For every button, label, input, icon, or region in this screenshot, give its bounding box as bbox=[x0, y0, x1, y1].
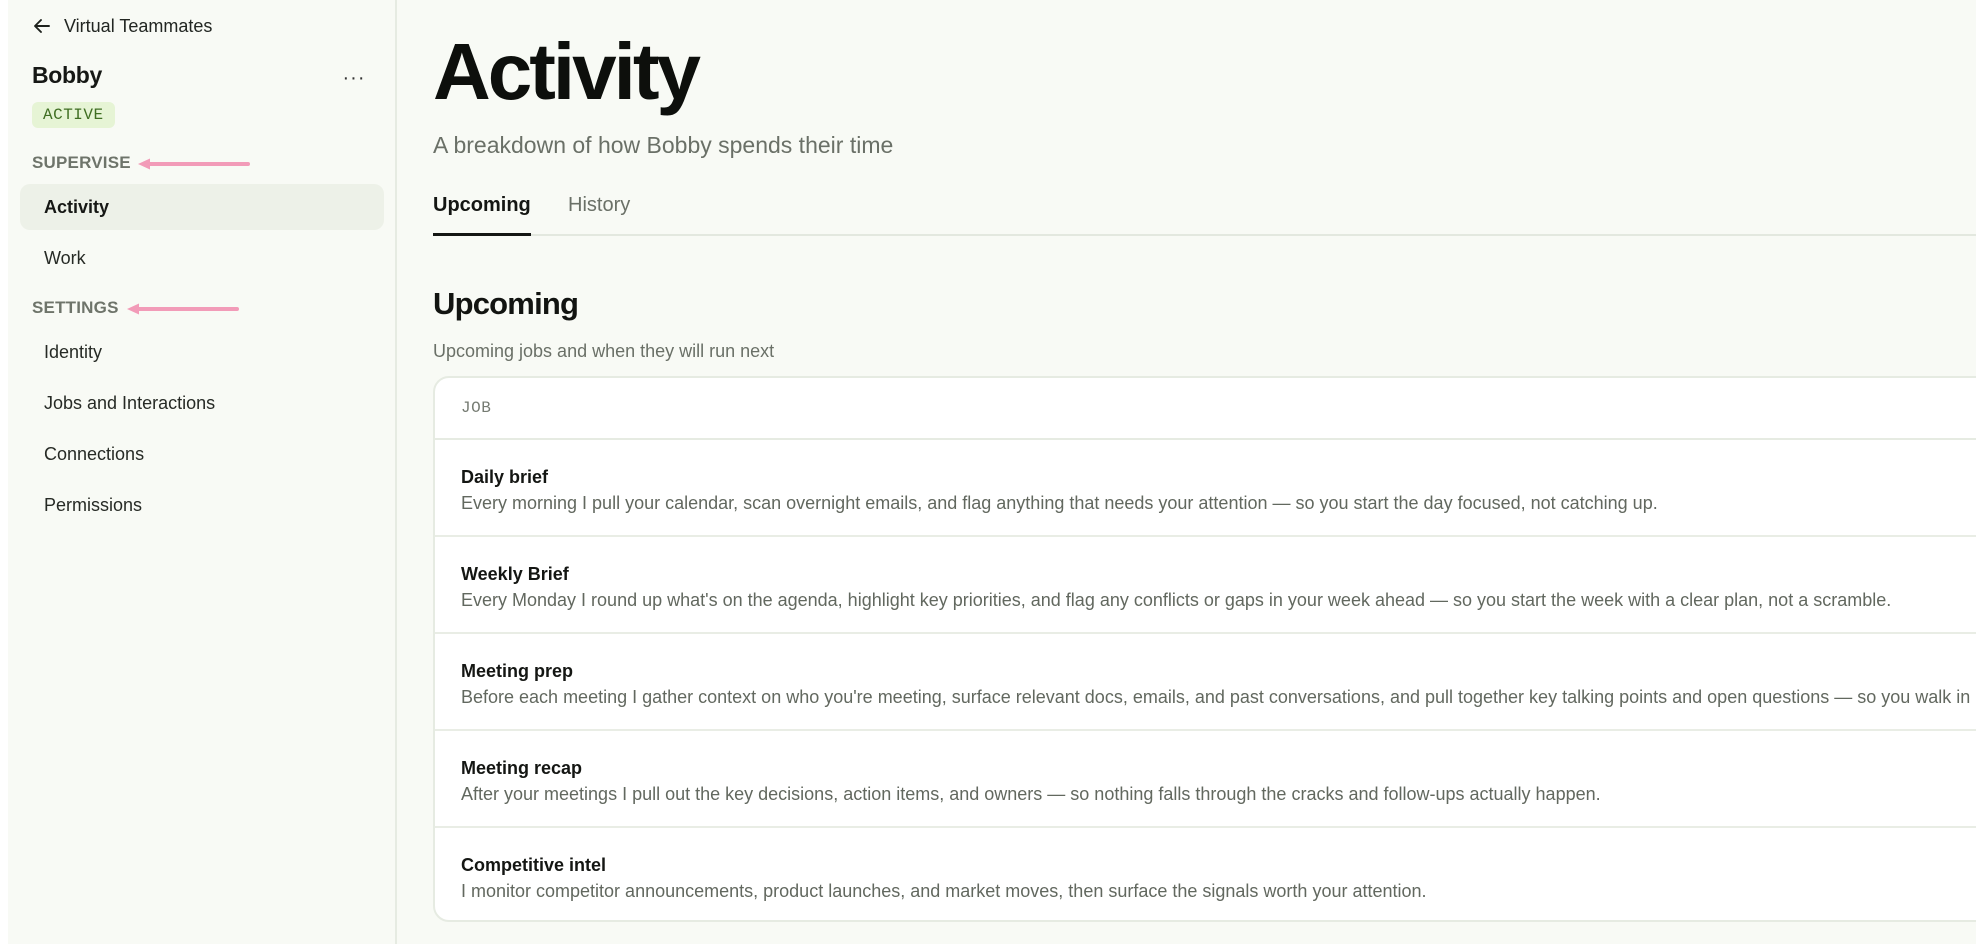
sidebar: Virtual Teammates Bobby ··· ACTIVE SUPER… bbox=[8, 0, 397, 944]
sidebar-item-label: Permissions bbox=[44, 494, 143, 515]
page-subtitle: A breakdown of how Bobby spends their ti… bbox=[433, 132, 894, 158]
table-row[interactable]: Meeting prep Before each meeting I gathe… bbox=[435, 634, 1976, 731]
job-description: Before each meeting I gather context on … bbox=[461, 687, 1976, 707]
pink-arrow-icon bbox=[138, 158, 250, 170]
pink-arrow-icon bbox=[127, 303, 239, 315]
sidebar-item-activity[interactable]: Activity bbox=[20, 184, 384, 230]
job-name: Daily brief bbox=[461, 467, 549, 487]
table-row[interactable]: Weekly Brief Every Monday I round up wha… bbox=[435, 537, 1976, 634]
column-header-job: JOB bbox=[461, 399, 492, 417]
sidebar-item-permissions[interactable]: Permissions bbox=[20, 482, 384, 528]
ellipsis-icon[interactable]: ··· bbox=[340, 66, 368, 90]
job-description: Every Monday I round up what's on the ag… bbox=[461, 590, 1892, 610]
sidebar-item-jobs-and-interactions[interactable]: Jobs and Interactions bbox=[20, 380, 384, 426]
sidebar-item-label: Activity bbox=[44, 196, 110, 217]
job-description: After your meetings I pull out the key d… bbox=[461, 784, 1601, 804]
job-name: Meeting recap bbox=[461, 758, 583, 778]
table-row[interactable]: Competitive intel I monitor competitor a… bbox=[435, 828, 1976, 920]
back-link-label: Virtual Teammates bbox=[64, 15, 213, 36]
sidebar-item-label: Work bbox=[44, 247, 86, 268]
table-header: JOB bbox=[435, 378, 1976, 440]
sidebar-item-identity[interactable]: Identity bbox=[20, 329, 384, 375]
table-row[interactable]: Meeting recap After your meetings I pull… bbox=[435, 731, 1976, 828]
sidebar-item-label: Identity bbox=[44, 341, 103, 362]
sidebar-item-work[interactable]: Work bbox=[20, 235, 384, 281]
jobs-table: JOB Daily brief Every morning I pull you… bbox=[433, 376, 1976, 922]
agent-name: Bobby bbox=[32, 62, 103, 88]
page-title: Activity bbox=[433, 27, 701, 116]
section-title: Upcoming bbox=[433, 286, 579, 321]
main-content: Activity A breakdown of how Bobby spends… bbox=[399, 0, 1976, 944]
tab-upcoming[interactable]: Upcoming bbox=[433, 194, 531, 236]
status-badge: ACTIVE bbox=[32, 102, 115, 128]
section-description: Upcoming jobs and when they will run nex… bbox=[433, 341, 775, 361]
table-row[interactable]: Daily brief Every morning I pull your ca… bbox=[435, 440, 1976, 537]
app-window: Virtual Teammates Bobby ··· ACTIVE SUPER… bbox=[8, 0, 1976, 944]
sidebar-item-label: Connections bbox=[44, 443, 145, 464]
sidebar-item-label: Jobs and Interactions bbox=[44, 392, 216, 413]
job-description: I monitor competitor announcements, prod… bbox=[461, 881, 1427, 901]
tab-history[interactable]: History bbox=[568, 194, 630, 236]
tab-bar: Upcoming History bbox=[433, 188, 1976, 236]
sidebar-item-connections[interactable]: Connections bbox=[20, 431, 384, 477]
job-name: Competitive intel bbox=[461, 855, 607, 875]
job-name: Meeting prep bbox=[461, 661, 574, 681]
section-label-supervise: SUPERVISE bbox=[32, 153, 131, 172]
arrow-left-icon bbox=[34, 19, 50, 33]
section-label-settings: SETTINGS bbox=[32, 298, 119, 317]
back-link[interactable]: Virtual Teammates bbox=[32, 10, 212, 42]
job-name: Weekly Brief bbox=[461, 564, 569, 584]
job-description: Every morning I pull your calendar, scan… bbox=[461, 493, 1658, 513]
